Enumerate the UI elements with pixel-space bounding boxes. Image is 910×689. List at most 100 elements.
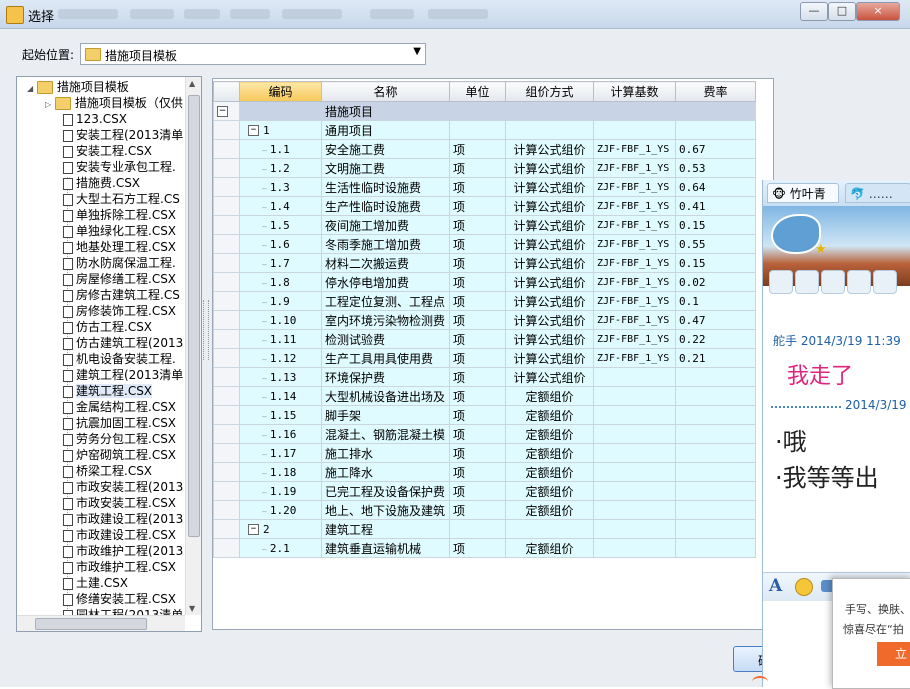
row-gutter[interactable] xyxy=(213,234,240,254)
cell-unit[interactable]: 项 xyxy=(449,158,506,178)
cell-rate[interactable] xyxy=(675,443,756,463)
tree-vertical-scrollbar[interactable]: ▲ ▼ xyxy=(185,77,201,615)
cell-rate[interactable] xyxy=(675,500,756,520)
cell-method[interactable]: 定额组价 xyxy=(505,424,594,444)
collapse-icon[interactable]: − xyxy=(248,125,259,136)
cell-method[interactable]: 定额组价 xyxy=(505,386,594,406)
row-gutter[interactable] xyxy=(213,291,240,311)
cell-name[interactable]: 大型机械设备进出场及 xyxy=(321,386,450,406)
table-row[interactable]: —1.12 生产工具用具使用费项计算公式组价 ZJF-FBF_1_YS 0.21 xyxy=(213,348,756,368)
cell-unit[interactable]: 项 xyxy=(449,500,506,520)
cell-rate[interactable]: 0.47 xyxy=(675,310,756,330)
column-header-rate[interactable]: 费率 xyxy=(675,81,756,102)
cell-rate[interactable] xyxy=(675,462,756,482)
cell-method[interactable]: 计算公式组价 xyxy=(505,310,594,330)
table-row[interactable]: —1.1 安全施工费项计算公式组价 ZJF-FBF_1_YS 0.67 xyxy=(213,139,756,159)
column-header-method[interactable]: 组价方式 xyxy=(505,81,594,102)
cell-name[interactable]: 安全施工费 xyxy=(321,139,450,159)
row-gutter[interactable] xyxy=(213,500,240,520)
tree-file-node[interactable]: 房修古建筑工程.CS xyxy=(63,287,180,303)
cell-code[interactable]: —1.16 xyxy=(239,424,322,444)
column-header-code[interactable]: 编码 xyxy=(239,81,322,102)
cell-rate[interactable] xyxy=(675,424,756,444)
cell-base[interactable] xyxy=(593,120,676,140)
template-tree[interactable]: ◢ 措施项目模板 ▷ 措施项目模板（仅供 123.CSX 安装工程(2013清单安… xyxy=(16,76,202,632)
cell-name[interactable]: 夜间施工增加费 xyxy=(321,215,450,235)
tree-file-node[interactable]: 安装工程.CSX xyxy=(63,143,152,159)
cell-name[interactable]: 检测试验费 xyxy=(321,329,450,349)
row-gutter[interactable] xyxy=(213,462,240,482)
cell-method[interactable]: 定额组价 xyxy=(505,462,594,482)
cell-name[interactable]: 施工降水 xyxy=(321,462,450,482)
table-row[interactable]: —1.10 室内环境污染物检测费项计算公式组价 ZJF-FBF_1_YS 0.47 xyxy=(213,310,756,330)
cell-code[interactable]: —1.5 xyxy=(239,215,322,235)
row-gutter[interactable] xyxy=(213,367,240,387)
cell-method[interactable]: 计算公式组价 xyxy=(505,329,594,349)
row-gutter[interactable] xyxy=(213,329,240,349)
cell-base[interactable]: ZJF-FBF_1_YS xyxy=(593,139,676,159)
cell-method[interactable]: 计算公式组价 xyxy=(505,196,594,216)
tree-file-node[interactable]: 机电设备安装工程. xyxy=(63,351,176,367)
tree-root-node[interactable]: ◢ 措施项目模板 xyxy=(27,79,129,95)
minimize-button[interactable]: — xyxy=(800,2,828,21)
row-gutter[interactable] xyxy=(213,405,240,425)
cell-unit[interactable]: 项 xyxy=(449,424,506,444)
table-row[interactable]: —1.9 工程定位复测、工程点项计算公式组价 ZJF-FBF_1_YS 0.1 xyxy=(213,291,756,311)
cell-base[interactable]: ZJF-FBF_1_YS xyxy=(593,215,676,235)
cell-rate[interactable] xyxy=(675,386,756,406)
cell-unit[interactable] xyxy=(449,120,506,140)
cell-code[interactable]: —1.12 xyxy=(239,348,322,368)
cell-method[interactable] xyxy=(505,519,594,539)
cell-unit[interactable]: 项 xyxy=(449,443,506,463)
cell-unit[interactable]: 项 xyxy=(449,272,506,292)
row-gutter[interactable] xyxy=(213,424,240,444)
cell-rate[interactable]: 0.55 xyxy=(675,234,756,254)
cell-rate[interactable]: 0.53 xyxy=(675,158,756,178)
cell-base[interactable] xyxy=(593,462,676,482)
cell-name[interactable]: 通用项目 xyxy=(321,120,450,140)
screen-share-icon[interactable] xyxy=(821,270,845,294)
tree-file-node[interactable]: 市政维护工程(2013 xyxy=(63,543,183,559)
table-row[interactable]: —1.2 文明施工费项计算公式组价 ZJF-FBF_1_YS 0.53 xyxy=(213,158,756,178)
table-row[interactable]: —1.7 材料二次搬运费项计算公式组价 ZJF-FBF_1_YS 0.15 xyxy=(213,253,756,273)
tree-file-node[interactable]: 市政安装工程(2013 xyxy=(63,479,183,495)
cell-rate[interactable] xyxy=(675,120,756,140)
cell-rate[interactable] xyxy=(675,405,756,425)
table-row[interactable]: —1.8 停水停电增加费项计算公式组价 ZJF-FBF_1_YS 0.02 xyxy=(213,272,756,292)
cell-name[interactable]: 施工排水 xyxy=(321,443,450,463)
tree-file-node[interactable]: 单独绿化工程.CSX xyxy=(63,223,176,239)
tree-file-node[interactable]: 房修装饰工程.CSX xyxy=(63,303,176,319)
cell-method[interactable]: 计算公式组价 xyxy=(505,291,594,311)
cell-code[interactable]: —1.17 xyxy=(239,443,322,463)
cell-name[interactable]: 生产性临时设施费 xyxy=(321,196,450,216)
cell-rate[interactable]: 0.67 xyxy=(675,139,756,159)
scroll-up-icon[interactable]: ▲ xyxy=(189,79,195,88)
cell-code[interactable]: −1 xyxy=(239,120,322,140)
table-row[interactable]: —1.16 混凝土、钢筋混凝土模项定额组价 xyxy=(213,424,756,444)
tree-file-node[interactable]: 仿古工程.CSX xyxy=(63,319,152,335)
row-gutter[interactable] xyxy=(213,253,240,273)
tree-file-node[interactable]: 123.CSX xyxy=(63,111,127,127)
cell-name[interactable]: 冬雨季施工增加费 xyxy=(321,234,450,254)
table-row[interactable]: —1.15 脚手架项定额组价 xyxy=(213,405,756,425)
tree-file-node[interactable]: 单独拆除工程.CSX xyxy=(63,207,176,223)
cell-name[interactable]: 混凝土、钢筋混凝土模 xyxy=(321,424,450,444)
table-row[interactable]: —1.6 冬雨季施工增加费项计算公式组价 ZJF-FBF_1_YS 0.55 xyxy=(213,234,756,254)
cell-unit[interactable]: 项 xyxy=(449,234,506,254)
cell-base[interactable]: ZJF-FBF_1_YS xyxy=(593,177,676,197)
tree-file-node[interactable]: 市政维护工程.CSX xyxy=(63,559,176,575)
row-gutter[interactable] xyxy=(213,443,240,463)
table-row[interactable]: − 措施项目 xyxy=(213,101,756,121)
tree-file-node[interactable]: 金属结构工程.CSX xyxy=(63,399,176,415)
cell-code[interactable]: —1.14 xyxy=(239,386,322,406)
cell-name[interactable]: 建筑垂直运输机械 xyxy=(321,538,450,558)
cell-base[interactable]: ZJF-FBF_1_YS xyxy=(593,158,676,178)
cell-method[interactable]: 定额组价 xyxy=(505,405,594,425)
column-header-unit[interactable]: 单位 xyxy=(449,81,506,102)
cell-method[interactable]: 计算公式组价 xyxy=(505,234,594,254)
row-gutter[interactable] xyxy=(213,538,240,558)
cell-code[interactable]: —1.4 xyxy=(239,196,322,216)
cell-rate[interactable]: 0.1 xyxy=(675,291,756,311)
tree-file-node[interactable]: 大型土石方工程.CS xyxy=(63,191,180,207)
cell-unit[interactable]: 项 xyxy=(449,253,506,273)
